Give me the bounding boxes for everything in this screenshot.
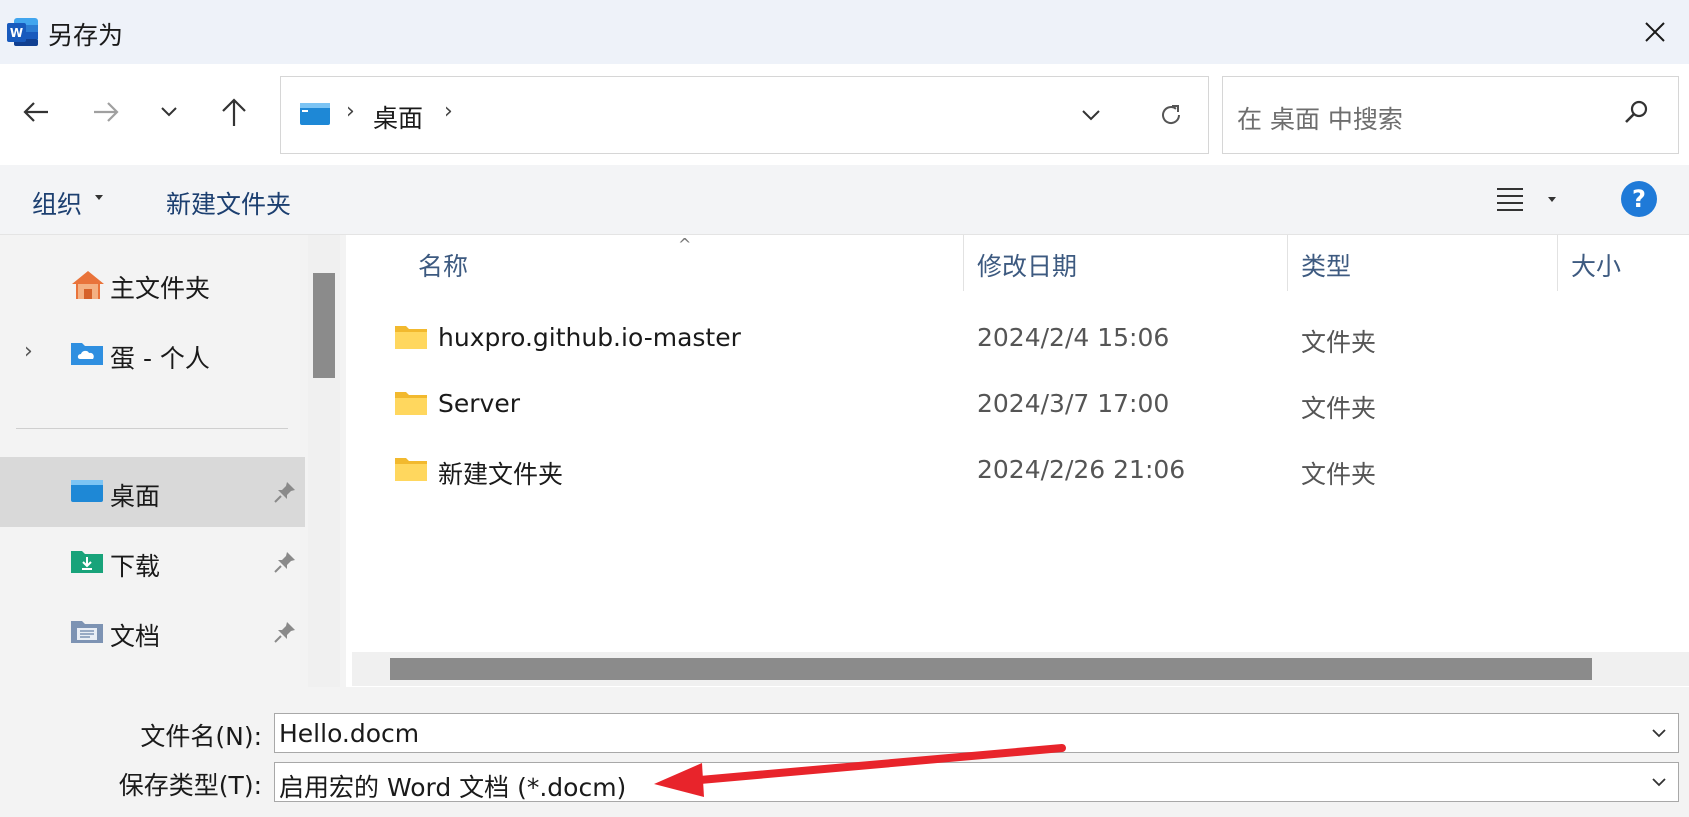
desktop-folder-icon	[300, 103, 330, 125]
documents-folder-icon	[71, 621, 103, 643]
column-separator[interactable]	[1287, 235, 1288, 291]
search-box[interactable]: 在 桌面 中搜索	[1222, 76, 1679, 154]
file-type: 文件夹	[1301, 460, 1377, 489]
desktop-folder-icon	[71, 480, 103, 502]
filename-label: 文件名(N):	[140, 722, 262, 751]
file-list: ^ 名称 修改日期 类型 大小 huxpro.github.io-master …	[346, 235, 1689, 687]
sidebar-item-label: 桌面	[110, 482, 161, 511]
file-modified-date: 2024/3/7 17:00	[977, 389, 1170, 418]
chevron-down-icon[interactable]	[1650, 724, 1668, 742]
list-item[interactable]: Server 2024/3/7 17:00 文件夹	[346, 369, 1689, 435]
recent-locations-button[interactable]	[146, 87, 192, 137]
sidebar-item-desktop[interactable]: 桌面	[0, 457, 305, 527]
column-header-name[interactable]: 名称	[418, 247, 468, 283]
filename-value[interactable]: Hello.docm	[279, 719, 419, 748]
window-title: 另存为	[48, 21, 124, 50]
home-icon	[72, 271, 104, 299]
sidebar-divider	[16, 428, 288, 429]
organize-button[interactable]: 组织	[32, 185, 82, 221]
filetype-select[interactable]: 启用宏的 Word 文档 (*.docm)	[274, 762, 1679, 802]
help-button[interactable]: ?	[1621, 181, 1657, 217]
view-options-caret-icon[interactable]	[1548, 197, 1556, 202]
sidebar-item-documents[interactable]: 文档	[0, 597, 305, 667]
sidebar-item-downloads[interactable]: 下载	[0, 527, 305, 597]
folder-icon	[395, 392, 427, 415]
sort-indicator-icon: ^	[678, 235, 692, 254]
command-toolbar: 组织 新建文件夹 ?	[0, 165, 1689, 235]
chevron-down-icon	[161, 107, 177, 117]
up-button[interactable]	[211, 87, 257, 137]
file-modified-date: 2024/2/4 15:06	[977, 323, 1170, 352]
filetype-value[interactable]: 启用宏的 Word 文档 (*.docm)	[279, 768, 626, 804]
file-name: huxpro.github.io-master	[438, 323, 741, 352]
new-folder-button[interactable]: 新建文件夹	[166, 185, 291, 221]
close-icon	[1645, 22, 1665, 42]
sidebar-item-label: 文档	[110, 622, 161, 651]
forward-arrow-icon	[94, 102, 119, 122]
navigation-pane: 主文件夹 › 蛋 - 个人 桌面 下载 文档	[0, 235, 305, 687]
pin-icon[interactable]	[274, 621, 296, 643]
sidebar-item-onedrive[interactable]: › 蛋 - 个人	[0, 319, 305, 389]
back-button[interactable]	[13, 87, 59, 137]
list-view-icon[interactable]	[1495, 186, 1525, 212]
filename-input[interactable]: Hello.docm	[274, 713, 1679, 753]
up-arrow-icon	[222, 98, 246, 126]
expand-chevron-icon[interactable]: ›	[24, 339, 33, 364]
address-bar[interactable]: › 桌面 ›	[280, 76, 1209, 154]
file-list-scrollbar-thumb[interactable]	[390, 658, 1592, 680]
search-icon	[1625, 100, 1648, 123]
list-item[interactable]: huxpro.github.io-master 2024/2/4 15:06 文…	[346, 303, 1689, 369]
list-item[interactable]: 新建文件夹 2024/2/26 21:06 文件夹	[346, 435, 1689, 501]
chevron-down-icon	[1082, 110, 1100, 121]
sidebar-item-label: 主文件夹	[110, 274, 211, 303]
word-icon: W	[7, 18, 38, 46]
pin-icon[interactable]	[274, 481, 296, 503]
sidebar-scrollbar-thumb[interactable]	[313, 273, 335, 378]
column-header-size[interactable]: 大小	[1571, 247, 1621, 283]
column-header-type[interactable]: 类型	[1301, 247, 1351, 283]
breadcrumb-separator: ›	[346, 99, 355, 124]
forward-button[interactable]	[83, 87, 129, 137]
chevron-down-icon[interactable]	[1650, 773, 1668, 791]
back-arrow-icon	[23, 102, 48, 122]
save-form: 文件名(N): Hello.docm 保存类型(T): 启用宏的 Word 文档…	[0, 687, 1689, 817]
refresh-button[interactable]	[1151, 97, 1191, 133]
column-header-modified[interactable]: 修改日期	[977, 247, 1077, 283]
breadcrumb-current[interactable]: 桌面	[373, 99, 423, 135]
sidebar-item-label: 蛋 - 个人	[110, 344, 210, 373]
sidebar-item-home[interactable]: 主文件夹	[0, 249, 305, 319]
pin-icon[interactable]	[274, 551, 296, 573]
onedrive-folder-icon	[71, 343, 103, 365]
filetype-label: 保存类型(T):	[118, 771, 262, 800]
svg-text:W: W	[10, 26, 23, 40]
title-bar: W 另存为	[0, 0, 1689, 64]
close-button[interactable]	[1625, 12, 1685, 52]
file-name: 新建文件夹	[438, 460, 564, 489]
folder-icon	[395, 326, 427, 349]
file-type: 文件夹	[1301, 394, 1377, 423]
refresh-icon	[1162, 105, 1181, 124]
address-history-button[interactable]	[1071, 97, 1111, 133]
sidebar-item-label: 下载	[110, 552, 161, 581]
breadcrumb-trailing-separator[interactable]: ›	[444, 99, 453, 124]
file-modified-date: 2024/2/26 21:06	[977, 455, 1186, 484]
column-separator[interactable]	[963, 235, 964, 291]
file-name: Server	[438, 389, 520, 418]
file-type: 文件夹	[1301, 328, 1377, 357]
caret-down-icon	[95, 195, 103, 200]
column-separator[interactable]	[1557, 235, 1558, 291]
search-placeholder: 在 桌面 中搜索	[1237, 105, 1403, 134]
folder-icon	[395, 458, 427, 481]
downloads-folder-icon	[71, 551, 103, 573]
